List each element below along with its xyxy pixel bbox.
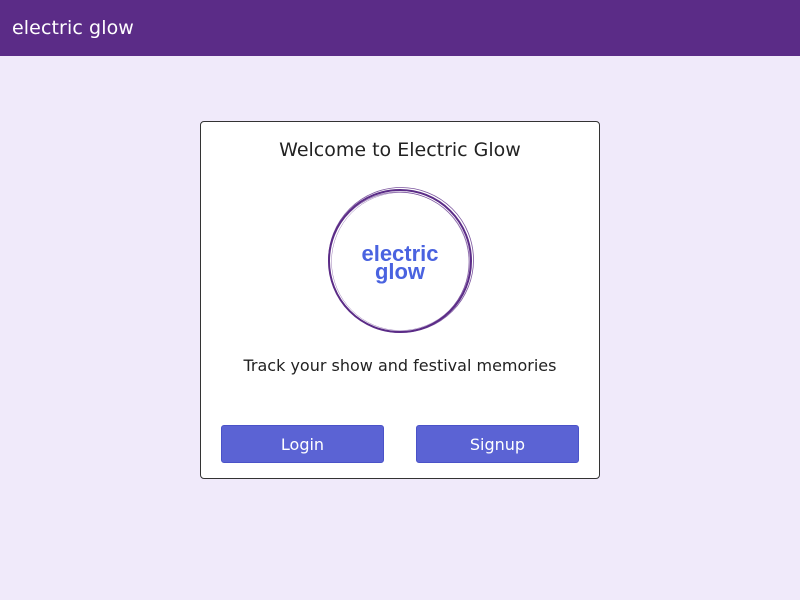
welcome-card: Welcome to Electric Glow electric glow T…: [200, 121, 600, 479]
tagline: Track your show and festival memories: [243, 356, 557, 375]
login-button[interactable]: Login: [221, 425, 384, 463]
app-title: electric glow: [12, 17, 134, 39]
electric-glow-logo: electric glow: [326, 187, 474, 335]
signup-button[interactable]: Signup: [416, 425, 579, 463]
logo-text-line2: glow: [374, 259, 426, 284]
app-header: electric glow: [0, 0, 800, 56]
welcome-title: Welcome to Electric Glow: [279, 139, 521, 161]
